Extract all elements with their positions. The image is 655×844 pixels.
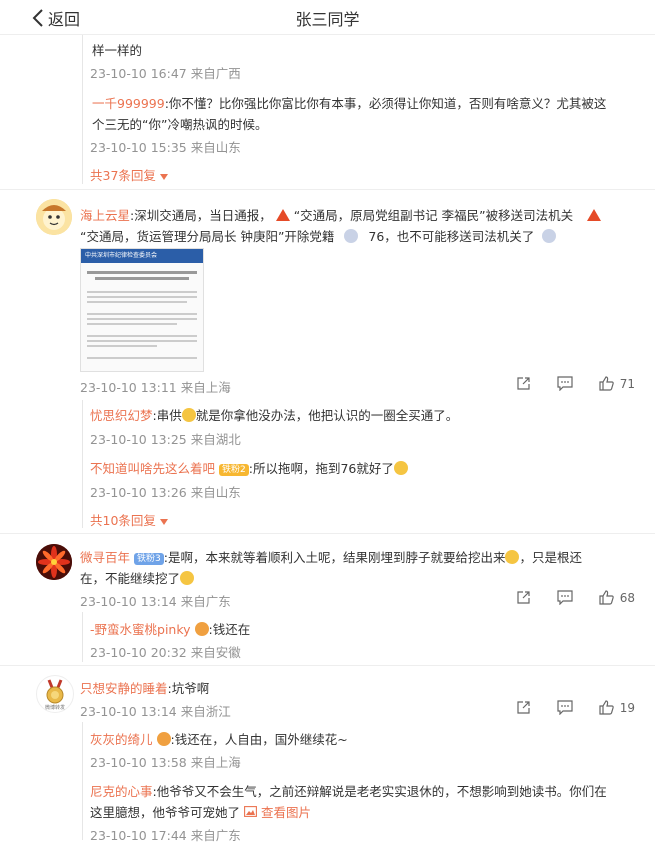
- image-header: 中共深圳市纪律检查委员会: [81, 249, 203, 263]
- comment-text-line2: “交通局，货运管理分局局长 钟庚阳”开除党籍: [80, 229, 335, 244]
- warning-icon: [587, 209, 602, 221]
- comment-text-cont: ，只是根还: [519, 550, 582, 565]
- reply-meta: 23-10-10 15:35 来自山东: [90, 140, 241, 155]
- reply-text: :钱还在，人自由，国外继续花~: [170, 732, 348, 747]
- reply-text-tail: 样一样的: [92, 43, 143, 58]
- more-replies-link[interactable]: 共37条回复: [90, 165, 168, 184]
- emoji-icon: [344, 229, 359, 243]
- avatar[interactable]: [36, 199, 72, 235]
- reply-text-cont: 就是你拿他没办法，他把认识的一圈全买通了。: [195, 408, 459, 423]
- reply-username[interactable]: -野蛮水蜜桃pinky: [90, 622, 191, 637]
- reply-text: :他爷爷又不会生气，之前还辩解说是老老实实退休的，不想影响到她读书。你们在: [152, 784, 607, 799]
- divider: [0, 533, 655, 534]
- reply-text: :所以拖啊，拖到76就好了: [248, 461, 394, 476]
- emoji-icon: [542, 229, 557, 243]
- reply-text-cont: 个三无的“你”冷嘲热讽的时候。: [92, 117, 268, 132]
- emoji-icon: [393, 461, 408, 475]
- comment-actions: 68: [490, 590, 635, 605]
- reply-username[interactable]: 不知道叫啥先这么着吧: [90, 461, 215, 476]
- comment-button[interactable]: [557, 700, 573, 715]
- comment-actions: 19: [490, 700, 635, 715]
- fan-badge: 铁粉2: [219, 464, 249, 476]
- emoji-icon: [505, 550, 520, 564]
- reply-username[interactable]: 灰灰的绮儿: [90, 732, 153, 747]
- emoji-icon: [156, 732, 171, 746]
- document-image: [87, 271, 197, 359]
- comment-username[interactable]: 海上云星: [80, 208, 130, 223]
- comment-text-line2: 在，不能继续挖了: [80, 571, 181, 586]
- reply-meta: 23-10-10 20:32 来自安徽: [90, 645, 241, 660]
- divider: [0, 665, 655, 666]
- emoji-icon: [194, 622, 209, 636]
- comment-image-thumbnail[interactable]: 中共深圳市纪律检查委员会: [80, 248, 204, 372]
- reply-text: :串供: [152, 408, 182, 423]
- caret-down-icon: [159, 519, 168, 525]
- like-count: 71: [619, 376, 635, 391]
- reply-thread-line: [82, 612, 83, 662]
- avatar[interactable]: [36, 544, 72, 580]
- comment-actions: 71: [490, 376, 635, 391]
- comment-text-line2b: 76，也不可能移送司法机关了: [368, 229, 535, 244]
- like-icon: [599, 376, 614, 391]
- like-button[interactable]: 71: [599, 376, 635, 391]
- reply-thread-line: [82, 400, 83, 528]
- avatar[interactable]: 微博转发: [36, 675, 74, 713]
- reply-username[interactable]: 尼克的心事: [90, 784, 153, 799]
- comment-meta: 23-10-10 13:14 来自浙江: [80, 704, 231, 719]
- fan-badge: 铁粉3: [134, 553, 164, 565]
- view-picture-link[interactable]: 查看图片: [244, 805, 311, 820]
- avatar-caption: 微博转发: [44, 705, 65, 711]
- comment-button[interactable]: [557, 376, 573, 391]
- reply-meta: 23-10-10 13:25 来自湖北: [90, 432, 241, 447]
- caret-down-icon: [159, 174, 168, 180]
- reply-meta: 23-10-10 13:26 来自山东: [90, 485, 241, 500]
- like-icon: [599, 590, 614, 605]
- page-title: 张三同学: [295, 10, 360, 29]
- comment-username[interactable]: 微寻百年: [80, 550, 130, 565]
- reply-thread-line: [82, 34, 83, 184]
- reply-thread-line: [82, 722, 83, 840]
- avatar-flower-icon: [36, 544, 72, 580]
- reply-text: :你不懂？比你强比你富比你有本事，必须得让你知道，否则有啥意义？尤其被这: [164, 96, 607, 111]
- comment-text-quote: “交通局，原局党组副书记 李福民”被移送司法机关: [293, 208, 574, 223]
- comment-icon: [557, 590, 573, 605]
- reply-text: :钱还在: [208, 622, 251, 637]
- share-button[interactable]: [516, 376, 531, 391]
- reply-meta: 23-10-10 13:58 来自上海: [90, 755, 241, 770]
- comment-icon: [557, 376, 573, 391]
- picture-icon: [244, 806, 257, 817]
- comment-meta: 23-10-10 13:11 来自上海: [80, 380, 231, 395]
- comment-button[interactable]: [557, 590, 573, 605]
- like-icon: [599, 700, 614, 715]
- reply-meta: 23-10-10 16:47 来自广西: [90, 66, 241, 81]
- share-button[interactable]: [516, 590, 531, 605]
- share-icon: [517, 701, 530, 714]
- emoji-icon: [180, 571, 195, 585]
- avatar-cartoon-icon: [36, 199, 72, 235]
- share-icon: [517, 377, 530, 390]
- reply-meta: 23-10-10 17:44 来自广东: [90, 828, 241, 843]
- comment-icon: [557, 700, 573, 715]
- comment-meta: 23-10-10 13:14 来自广东: [80, 594, 231, 609]
- divider: [0, 189, 655, 190]
- like-button[interactable]: 19: [599, 700, 635, 715]
- like-count: 68: [619, 590, 635, 605]
- reply-text-cont: 这里臆想，他爷爷可宠她了: [90, 805, 241, 820]
- comment-text: :深圳交通局，当日通报，: [130, 208, 272, 223]
- reply-username[interactable]: 一千999999: [92, 96, 165, 111]
- more-replies-link[interactable]: 共10条回复: [90, 510, 168, 529]
- emoji-icon: [181, 408, 196, 422]
- comment-text: :坑爷啊: [167, 681, 210, 696]
- share-button[interactable]: [516, 700, 531, 715]
- comment-text: :是啊，本来就等着顺利入土呢，结果刚埋到脖子就要给挖出来: [163, 550, 506, 565]
- like-count: 19: [619, 700, 635, 715]
- share-icon: [517, 591, 530, 604]
- like-button[interactable]: 68: [599, 590, 635, 605]
- warning-icon: [275, 209, 290, 221]
- top-bar: 返回 张三同学: [0, 0, 655, 35]
- reply-username[interactable]: 忧思织幻梦: [90, 408, 153, 423]
- comment-username[interactable]: 只想安静的睡着: [80, 681, 168, 696]
